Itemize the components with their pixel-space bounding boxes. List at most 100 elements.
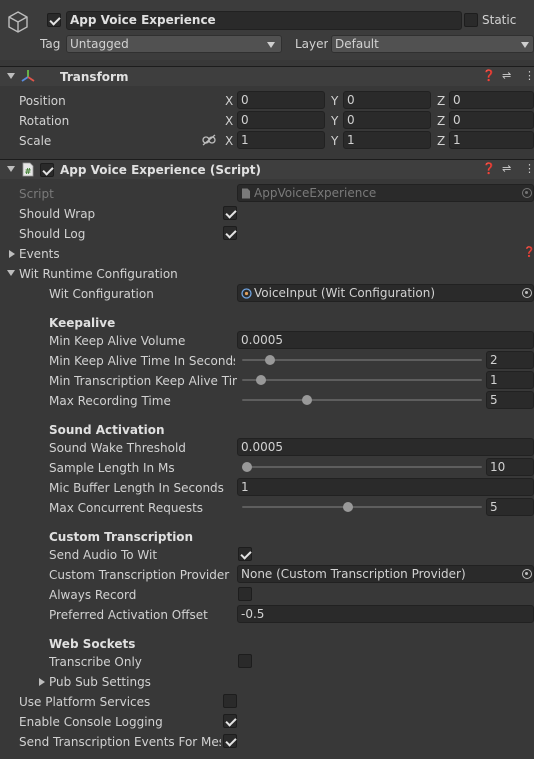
foldout-closed-icon[interactable] (39, 678, 45, 686)
script-file-icon (242, 188, 250, 199)
custom-provider-label: Custom Transcription Provider (49, 568, 230, 582)
min-keep-alive-time-slider-track[interactable] (242, 359, 482, 361)
sound-wake-threshold-field[interactable]: 0.0005 (237, 438, 534, 456)
help-icon[interactable]: ❓ (482, 162, 496, 176)
foldout-open-icon[interactable] (7, 166, 15, 172)
max-concurrent-slider-track[interactable] (242, 506, 482, 508)
script-file-icon: # (22, 162, 34, 177)
position-x-field[interactable]: 0 (237, 91, 325, 109)
platform-services-checkbox[interactable] (223, 694, 237, 708)
position-label: Position (19, 94, 66, 108)
should-wrap-checkbox[interactable] (223, 206, 237, 220)
activation-offset-value: -0.5 (241, 607, 265, 621)
wit-runtime-foldout[interactable]: Wit Runtime Configuration (19, 267, 178, 281)
max-concurrent-field[interactable]: 5 (486, 498, 534, 516)
min-keep-alive-volume-value: 0.0005 (241, 333, 283, 347)
sample-length-label: Sample Length In Ms (49, 461, 175, 475)
rotation-z-field[interactable]: 0 (449, 111, 534, 129)
static-checkbox[interactable] (464, 13, 478, 27)
scale-z-field[interactable]: 1 (449, 131, 534, 149)
pub-sub-settings-foldout[interactable]: Pub Sub Settings (49, 675, 151, 689)
wit-config-label: Wit Configuration (49, 287, 154, 301)
min-keep-alive-time-label: Min Keep Alive Time In Seconds (49, 354, 235, 368)
max-recording-slider-knob[interactable] (301, 395, 312, 405)
object-picker-icon[interactable] (522, 569, 532, 579)
script-object-field: AppVoiceExperience (237, 184, 534, 202)
sound-activation-heading: Sound Activation (49, 423, 165, 437)
position-z-value: 0 (453, 93, 461, 107)
chevron-down-icon (267, 42, 275, 48)
rotation-y-field[interactable]: 0 (343, 111, 431, 129)
send-audio-label: Send Audio To Wit (49, 548, 158, 562)
send-transcription-events-checkbox[interactable] (223, 734, 237, 748)
axis-y-label[interactable]: Y (331, 114, 338, 128)
sample-length-slider-track[interactable] (242, 466, 482, 468)
max-recording-field[interactable]: 5 (486, 391, 534, 409)
min-keep-alive-volume-field[interactable]: 0.0005 (237, 331, 534, 349)
layer-dropdown[interactable]: Default (331, 35, 534, 53)
min-transcription-field[interactable]: 1 (486, 371, 534, 389)
send-audio-checkbox[interactable] (238, 547, 252, 561)
scale-y-field[interactable]: 1 (343, 131, 431, 149)
axis-z-label[interactable]: Z (437, 94, 445, 108)
object-picker-icon[interactable] (522, 288, 532, 298)
component-enabled-checkbox[interactable] (40, 163, 54, 177)
activation-offset-field[interactable]: -0.5 (237, 605, 534, 623)
rotation-label: Rotation (19, 114, 70, 128)
axis-x-label[interactable]: X (225, 134, 233, 148)
object-active-checkbox[interactable] (47, 13, 61, 27)
tag-dropdown[interactable]: Untagged (66, 35, 282, 53)
svg-text:#: # (25, 167, 32, 176)
scale-label: Scale (19, 134, 52, 148)
min-transcription-slider-knob[interactable] (255, 375, 266, 385)
scale-x-field[interactable]: 1 (237, 131, 325, 149)
sample-length-field[interactable]: 10 (486, 458, 534, 476)
min-transcription-slider-track[interactable] (242, 379, 482, 381)
help-icon[interactable]: ❓ (482, 69, 496, 83)
min-transcription-value: 1 (490, 373, 498, 387)
scale-z-value: 1 (453, 133, 461, 147)
max-concurrent-slider-knob[interactable] (343, 502, 354, 512)
foldout-closed-icon[interactable] (9, 250, 15, 258)
help-icon[interactable]: ❓ (523, 246, 534, 260)
kebab-menu-icon[interactable]: ⋮ (524, 162, 534, 176)
min-keep-alive-time-field[interactable]: 2 (486, 351, 534, 369)
position-z-field[interactable]: 0 (449, 91, 534, 109)
script-label: Script (19, 187, 54, 201)
activation-offset-label: Preferred Activation Offset (49, 608, 208, 622)
custom-transcription-heading: Custom Transcription (49, 530, 194, 544)
axis-x-label[interactable]: X (225, 114, 233, 128)
preset-icon[interactable]: ⇌ (502, 162, 511, 176)
max-recording-time-label: Max Recording Time (49, 394, 171, 408)
min-keep-alive-time-slider-knob[interactable] (265, 355, 275, 365)
console-logging-checkbox[interactable] (223, 714, 237, 728)
min-transcription-keep-alive-label: Min Transcription Keep Alive Time (49, 374, 237, 388)
axis-x-label[interactable]: X (225, 94, 233, 108)
mic-buffer-label: Mic Buffer Length In Seconds (49, 481, 224, 495)
axis-z-label[interactable]: Z (437, 134, 445, 148)
wit-config-field[interactable]: VoiceInput (Wit Configuration) (237, 284, 534, 302)
max-recording-slider-track[interactable] (242, 399, 482, 401)
object-name-field[interactable]: App Voice Experience (66, 11, 462, 30)
should-log-checkbox[interactable] (223, 226, 237, 240)
preset-icon[interactable]: ⇌ (502, 69, 511, 83)
custom-provider-field[interactable]: None (Custom Transcription Provider) (237, 565, 534, 583)
platform-services-label: Use Platform Services (19, 695, 151, 709)
axis-y-label[interactable]: Y (331, 134, 338, 148)
custom-provider-value: None (Custom Transcription Provider) (241, 567, 466, 581)
mic-buffer-field[interactable]: 1 (237, 478, 534, 496)
kebab-menu-icon[interactable]: ⋮ (524, 69, 534, 83)
position-x-value: 0 (241, 93, 249, 107)
static-label: Static (482, 13, 517, 27)
rotation-x-field[interactable]: 0 (237, 111, 325, 129)
foldout-open-icon[interactable] (7, 270, 15, 276)
foldout-open-icon[interactable] (7, 73, 15, 79)
axis-z-label[interactable]: Z (437, 114, 445, 128)
events-foldout[interactable]: Events (19, 247, 60, 261)
axis-y-label[interactable]: Y (331, 94, 338, 108)
transcribe-only-checkbox[interactable] (238, 654, 252, 668)
position-y-field[interactable]: 0 (343, 91, 431, 109)
always-record-checkbox[interactable] (238, 587, 252, 601)
sample-length-slider-knob[interactable] (242, 462, 252, 472)
constrain-proportions-icon[interactable] (202, 134, 216, 146)
